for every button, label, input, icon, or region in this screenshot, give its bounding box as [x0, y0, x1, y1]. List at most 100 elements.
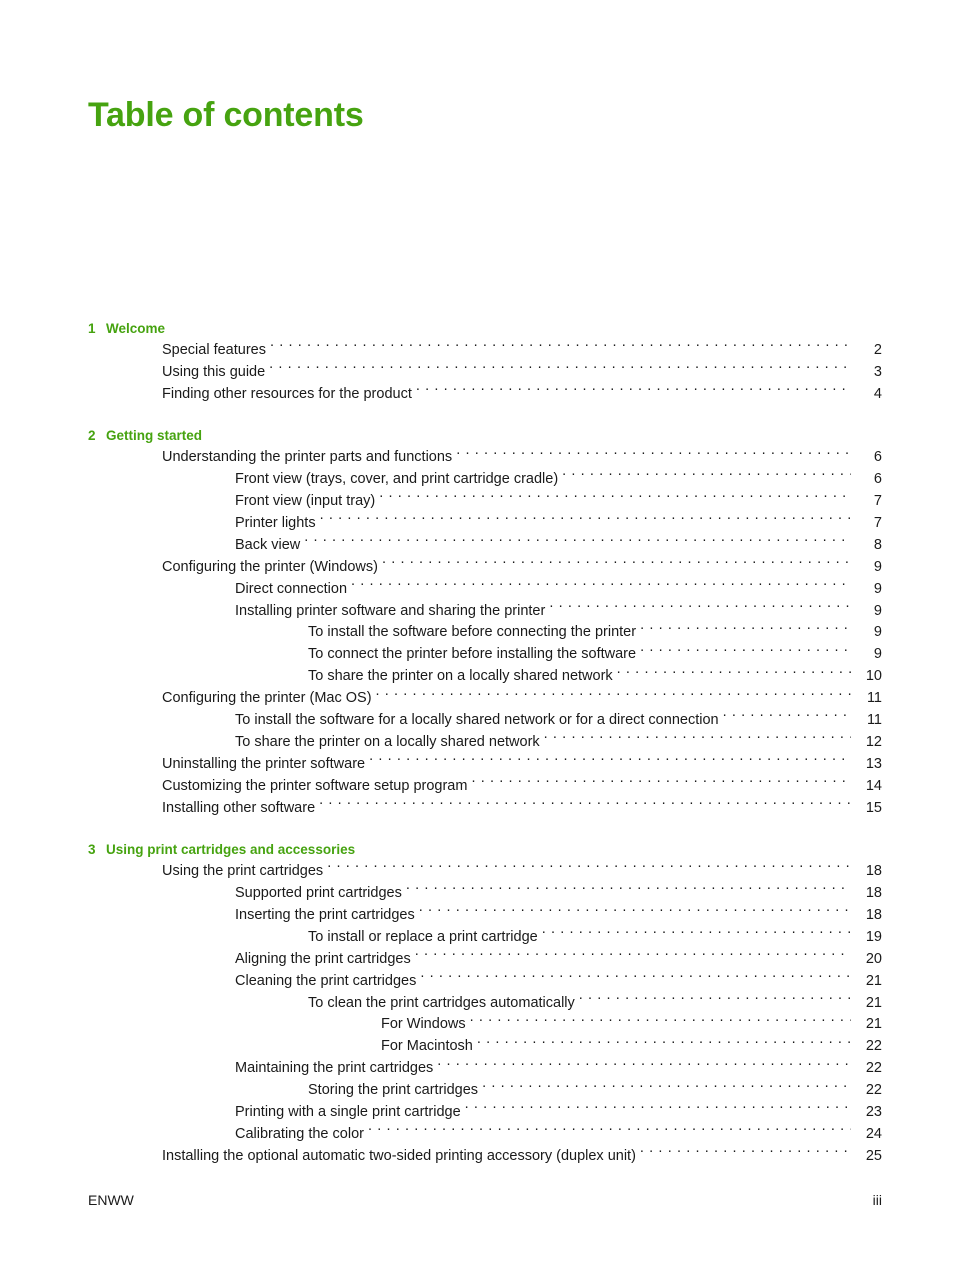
- toc-entry[interactable]: Front view (input tray) 7: [88, 491, 882, 513]
- toc-entry-page-number: 20: [865, 950, 882, 967]
- toc-entry-page-number: 24: [865, 1126, 882, 1142]
- toc-entry-label: Using the print cartridges: [162, 863, 324, 880]
- toc-entry-label: Printer lights: [235, 514, 316, 531]
- toc-entry-page-number: 18: [865, 885, 882, 902]
- toc-entry-label: To install or replace a print cartridge: [308, 928, 538, 945]
- toc-dot-leader: [416, 383, 851, 398]
- toc-entry-label: Supported print cartridges: [235, 885, 402, 902]
- toc-entry[interactable]: Special features 2: [88, 340, 882, 362]
- toc-dot-leader: [376, 688, 851, 703]
- toc-entry[interactable]: Installing the optional automatic two-si…: [88, 1145, 882, 1167]
- toc-dot-leader: [327, 861, 851, 876]
- toc-entry[interactable]: Back view 8: [88, 534, 882, 556]
- toc-entry-page-number: 3: [873, 363, 882, 380]
- toc-entry-page-number: 14: [865, 777, 882, 794]
- toc-entry[interactable]: To share the printer on a locally shared…: [88, 666, 882, 688]
- toc-entry-page-number: 18: [865, 906, 882, 923]
- toc-entry[interactable]: To share the printer on a locally shared…: [88, 732, 882, 754]
- toc-chapter-number: 2: [88, 428, 96, 444]
- toc-dot-leader: [270, 340, 851, 355]
- toc-entry[interactable]: Storing the print cartridges 22: [88, 1080, 882, 1102]
- toc-chapter-title: Getting started: [106, 428, 203, 444]
- toc-dot-leader: [640, 644, 851, 659]
- toc-chapter-heading[interactable]: 3 Using print cartridges and accessories: [88, 839, 882, 861]
- toc-entry-page-number: 2: [873, 342, 882, 358]
- toc-entry-page-number: 6: [873, 449, 882, 466]
- toc-entry[interactable]: For Macintosh 22: [88, 1036, 882, 1058]
- toc-entry-label: Printing with a single print cartridge: [235, 1104, 461, 1121]
- toc-dot-leader: [465, 1102, 851, 1117]
- toc-chapter-number: 1: [88, 321, 96, 336]
- toc-dot-leader: [470, 1014, 851, 1029]
- toc-dot-leader: [351, 578, 851, 593]
- toc-entry[interactable]: Printing with a single print cartridge 23: [88, 1102, 882, 1124]
- toc-dot-leader: [420, 970, 851, 985]
- toc-entry-label: Configuring the printer (Windows): [162, 558, 378, 575]
- toc-entry[interactable]: Direct connection 9: [88, 578, 882, 600]
- toc-entry[interactable]: Configuring the printer (Windows) 9: [88, 556, 882, 578]
- page-title: Table of contents: [88, 96, 364, 134]
- toc-entry-page-number: 6: [873, 471, 882, 488]
- toc-entry-label: Finding other resources for the product: [162, 385, 412, 402]
- toc-entry[interactable]: Front view (trays, cover, and print cart…: [88, 469, 882, 491]
- toc-entry[interactable]: Cleaning the print cartridges 21: [88, 970, 882, 992]
- toc-entry-label: Uninstalling the printer software: [162, 755, 366, 772]
- toc-chapter-heading[interactable]: 2 Getting started: [88, 425, 882, 447]
- toc-dot-leader: [482, 1080, 851, 1095]
- toc-chapter: 2 Getting started Understanding the printe…: [88, 425, 882, 819]
- toc-entry[interactable]: To clean the print cartridges automatica…: [88, 992, 882, 1014]
- toc-dot-leader: [579, 992, 851, 1007]
- toc-chapter: 1 Welcome Special features 2 Using this guid…: [88, 318, 882, 405]
- toc-entry-page-number: 15: [865, 799, 882, 816]
- toc-entry-label: Calibrating the color: [235, 1126, 364, 1142]
- toc-chapter-title: Using print cartridges and accessories: [106, 842, 356, 858]
- toc-entry-page-number: 12: [865, 734, 882, 750]
- toc-entry-page-number: 21: [865, 994, 882, 1011]
- toc-dot-leader: [369, 753, 851, 768]
- toc-entry-page-number: 4: [873, 385, 882, 402]
- toc-entry[interactable]: Customizing the printer software setup p…: [88, 775, 882, 797]
- toc-entry-label: For Macintosh: [381, 1038, 473, 1055]
- toc-entry[interactable]: Installing printer software and sharing …: [88, 600, 882, 622]
- toc-entry-page-number: 9: [873, 558, 882, 575]
- toc-dot-leader: [320, 512, 851, 527]
- toc-entry[interactable]: Understanding the printer parts and func…: [88, 447, 882, 469]
- toc-dot-leader: [542, 926, 851, 941]
- toc-entry[interactable]: Aligning the print cartridges 20: [88, 948, 882, 970]
- toc-dot-leader: [549, 600, 851, 615]
- toc-entry[interactable]: Supported print cartridges 18: [88, 883, 882, 905]
- toc-entry[interactable]: To connect the printer before installing…: [88, 644, 882, 666]
- toc-entry[interactable]: Maintaining the print cartridges 22: [88, 1058, 882, 1080]
- toc-entry-label: Back view: [235, 536, 301, 553]
- toc-entry-page-number: 9: [873, 602, 882, 619]
- toc-entry-page-number: 19: [865, 928, 882, 945]
- toc-entry-label: Configuring the printer (Mac OS): [162, 690, 372, 707]
- toc-entry[interactable]: Using the print cartridges 18: [88, 861, 882, 883]
- toc-entry[interactable]: To install the software before connectin…: [88, 622, 882, 644]
- footer-page-number: iii: [872, 1192, 882, 1208]
- toc-dot-leader: [379, 491, 851, 506]
- toc-entry-page-number: 11: [866, 690, 882, 707]
- toc-entry[interactable]: To install the software for a locally sh…: [88, 710, 882, 732]
- toc-entry[interactable]: Installing other software 15: [88, 797, 882, 819]
- toc-entry[interactable]: Calibrating the color 24: [88, 1124, 882, 1146]
- toc-entry[interactable]: Inserting the print cartridges 18: [88, 904, 882, 926]
- toc-chapter-title: Welcome: [106, 321, 166, 336]
- toc-dot-leader: [456, 447, 851, 462]
- toc-entry-label: Front view (trays, cover, and print cart…: [235, 471, 559, 488]
- toc-entry[interactable]: To install or replace a print cartridge 1…: [88, 926, 882, 948]
- toc-entry-page-number: 21: [865, 972, 882, 989]
- toc-entry[interactable]: Configuring the printer (Mac OS) 11: [88, 688, 882, 710]
- toc-dot-leader: [723, 710, 851, 725]
- toc-entry-label: Maintaining the print cartridges: [235, 1060, 434, 1077]
- toc-chapter-heading[interactable]: 1 Welcome: [88, 318, 882, 340]
- toc-entry-page-number: 9: [873, 580, 882, 597]
- toc-entry[interactable]: Finding other resources for the product 4: [88, 383, 882, 405]
- toc-entry[interactable]: For Windows 21: [88, 1014, 882, 1036]
- toc-entry[interactable]: Printer lights 7: [88, 512, 882, 534]
- toc-entry[interactable]: Uninstalling the printer software 13: [88, 753, 882, 775]
- toc-entry[interactable]: Using this guide 3: [88, 361, 882, 383]
- toc-entry-page-number: 25: [865, 1147, 882, 1164]
- toc-entry-page-number: 22: [865, 1082, 882, 1099]
- toc-entry-label: To install the software for a locally sh…: [235, 712, 719, 729]
